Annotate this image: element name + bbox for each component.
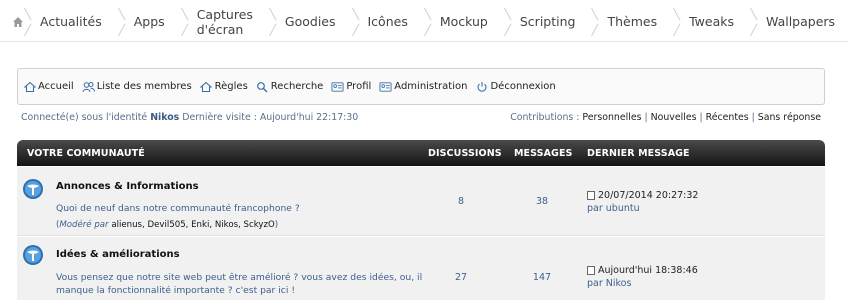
last-date-text: 20/07/2014 20:27:32 <box>598 190 699 201</box>
forum-description-line2: manque la fonctionnalité importante ? c'… <box>56 285 296 296</box>
menu-deconnexion-label: Déconnexion <box>490 81 556 92</box>
connected-prefix: Connecté(e) sous l'identité <box>21 112 148 123</box>
mods-label: Modéré par <box>59 220 109 230</box>
search-icon <box>256 80 269 93</box>
last-visit: Dernière visite : Aujourd'hui 22:17:30 <box>182 112 359 123</box>
nav-item-themes[interactable]: Thèmes <box>591 2 673 42</box>
home-icon[interactable] <box>12 2 24 42</box>
nav-item-wallpapers[interactable]: Wallpapers <box>750 2 848 42</box>
header-last-message: DERNIER MESSAGE <box>587 148 690 159</box>
forum-moderators: (Modéré par alienus, Devil505, Enki, Nik… <box>56 220 278 230</box>
mods-names[interactable]: alienus, Devil505, Enki, Nikos, SckyzO <box>111 220 274 230</box>
header-messages: MESSAGES <box>514 148 573 159</box>
message-count: 147 <box>532 272 552 283</box>
nav-item-scripting[interactable]: Scripting <box>504 2 592 42</box>
nav-item-captures[interactable]: Captures d'écran <box>181 2 269 42</box>
last-message-date[interactable]: 20/07/2014 20:27:32 <box>587 190 698 201</box>
nav-item-actualites[interactable]: Actualités <box>24 2 118 42</box>
contrib-sans-reponse-link[interactable]: Sans réponse <box>758 112 821 123</box>
menu-accueil-label: Accueil <box>38 81 74 92</box>
forum-title-link[interactable]: Annonces & Informations <box>56 181 199 192</box>
forum-title-link[interactable]: Idées & améliorations <box>56 249 180 260</box>
last-date-text: Aujourd'hui 18:38:46 <box>598 265 698 276</box>
session-info: Connecté(e) sous l'identité Nikos Derniè… <box>21 112 821 126</box>
menu-profil-label: Profil <box>346 81 372 92</box>
mods-paren: ) <box>274 220 279 230</box>
forum-icon <box>22 178 44 200</box>
forum-row: Annonces & Informations Quoi de neuf dan… <box>17 167 825 236</box>
separator: | <box>748 112 758 123</box>
profile-icon <box>331 80 344 93</box>
connected-as: Connecté(e) sous l'identité Nikos Derniè… <box>21 112 358 123</box>
menu-regles-label: Règles <box>214 81 248 92</box>
forum-row: Idées & améliorations Vous pensez que no… <box>17 237 825 300</box>
contrib-nouvelles-link[interactable]: Nouvelles <box>651 112 697 123</box>
separator: | <box>641 112 651 123</box>
discussion-count: 27 <box>454 272 468 283</box>
discussion-count: 8 <box>457 196 465 207</box>
contributions-label: Contributions : <box>510 112 580 123</box>
nav-item-goodies[interactable]: Goodies <box>269 2 352 42</box>
menu-recherche-label: Recherche <box>270 81 324 92</box>
last-message-author[interactable]: par Nikos <box>587 278 631 289</box>
menu-members-label: Liste des membres <box>96 81 192 92</box>
nav-item-icones[interactable]: Icônes <box>352 2 424 42</box>
contrib-personnelles-link[interactable]: Personnelles <box>582 112 641 123</box>
menu-administration-label: Administration <box>394 81 468 92</box>
rules-icon <box>200 80 213 93</box>
nav-item-tweaks[interactable]: Tweaks <box>673 2 750 42</box>
category-nav: Actualités Apps Captures d'écran Goodies… <box>0 2 848 42</box>
members-icon <box>82 80 95 93</box>
username-link[interactable]: Nikos <box>150 112 179 123</box>
forum-icon <box>22 244 44 266</box>
forum-description: Quoi de neuf dans notre communauté franc… <box>56 203 300 214</box>
header-discussions: DISCUSSIONS <box>428 148 502 159</box>
admin-icon <box>379 80 392 93</box>
menu-deconnexion[interactable]: Déconnexion <box>475 80 556 93</box>
separator: | <box>696 112 706 123</box>
last-message-author[interactable]: par ubuntu <box>587 203 640 214</box>
menu-profil[interactable]: Profil <box>331 80 371 93</box>
menu-regles[interactable]: Règles <box>200 80 248 93</box>
last-message-date[interactable]: Aujourd'hui 18:38:46 <box>587 265 698 276</box>
home-icon <box>23 80 36 93</box>
logout-icon <box>475 80 488 93</box>
nav-item-apps[interactable]: Apps <box>118 2 181 42</box>
contributions: Contributions : Personnelles | Nouvelles… <box>510 112 821 123</box>
menu-recherche[interactable]: Recherche <box>256 80 324 93</box>
nav-item-mockup[interactable]: Mockup <box>424 2 504 42</box>
menu-accueil[interactable]: Accueil <box>23 80 74 93</box>
menu-administration[interactable]: Administration <box>379 80 467 93</box>
document-icon <box>587 191 595 200</box>
document-icon <box>587 266 595 275</box>
header-community: VOTRE COMMUNAUTÉ <box>27 148 145 159</box>
forum-table-header: VOTRE COMMUNAUTÉ DISCUSSIONS MESSAGES DE… <box>17 140 825 166</box>
contrib-recentes-link[interactable]: Récentes <box>706 112 749 123</box>
message-count: 38 <box>535 196 549 207</box>
forum-description-line1: Vous pensez que notre site web peut être… <box>56 272 423 283</box>
menu-members[interactable]: Liste des membres <box>82 80 192 93</box>
user-menu: Accueil Liste des membres Règles Recherc… <box>17 68 825 105</box>
